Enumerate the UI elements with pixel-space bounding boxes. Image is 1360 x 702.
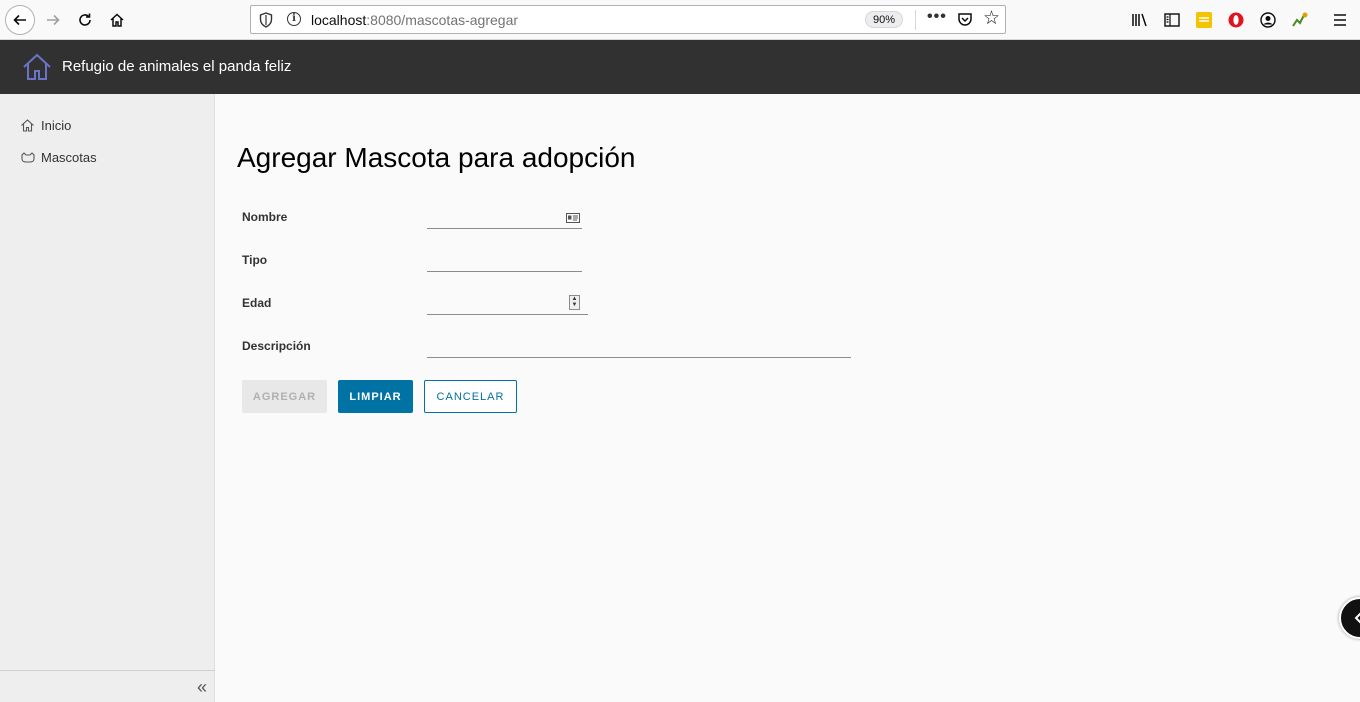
home-button[interactable]: [102, 5, 132, 35]
chevron-left-icon: [1354, 612, 1360, 624]
cancelar-button[interactable]: CANCELAR: [424, 380, 517, 413]
home-icon: [110, 13, 124, 27]
url-text[interactable]: localhost:8080/mascotas-agregar: [311, 12, 518, 28]
limpiar-button[interactable]: LIMPIAR: [338, 380, 413, 413]
app-header: Refugio de animales el panda feliz: [0, 40, 1360, 94]
sidebar-toggle-icon[interactable]: [1162, 10, 1182, 30]
main-content: Agregar Mascota para adopción Nombre Tip…: [215, 94, 1360, 702]
arrow-right-icon: [47, 14, 60, 26]
number-spinner[interactable]: ▲ ▼: [569, 295, 580, 310]
account-icon[interactable]: [1258, 10, 1278, 30]
pet-icon: [21, 152, 35, 163]
nombre-field[interactable]: [427, 207, 582, 229]
app-title[interactable]: Refugio de animales el panda feliz: [62, 58, 291, 75]
sidebar-item-label: Inicio: [41, 117, 72, 133]
edad-field[interactable]: [427, 293, 588, 315]
info-icon[interactable]: i: [287, 12, 301, 26]
contact-card-icon: [566, 213, 580, 223]
menu-icon[interactable]: [1330, 10, 1350, 30]
sidebar-item-label: Mascotas: [41, 149, 97, 165]
collapse-sidebar-icon[interactable]: «: [197, 677, 207, 698]
shield-icon[interactable]: [259, 12, 273, 28]
home-icon: [21, 119, 34, 132]
sidebar-item-mascotas[interactable]: Mascotas: [20, 147, 97, 167]
url-separator: [915, 10, 916, 30]
address-bar[interactable]: i localhost:8080/mascotas-agregar 90% ••…: [250, 5, 1006, 34]
url-path: :8080/mascotas-agregar: [366, 12, 519, 28]
opera-extension-icon[interactable]: [1226, 10, 1246, 30]
page-title: Agregar Mascota para adopción: [237, 142, 636, 173]
descripcion-label: Descripción: [242, 339, 311, 353]
forward-button[interactable]: [38, 5, 68, 35]
reload-icon: [79, 13, 91, 26]
bookmark-star-icon[interactable]: ☆: [983, 7, 1000, 30]
sidebar-footer: «: [0, 670, 215, 702]
arrow-left-icon: [13, 14, 26, 26]
browser-toolbar: i localhost:8080/mascotas-agregar 90% ••…: [0, 0, 1360, 40]
home-logo-icon[interactable]: [22, 52, 52, 82]
descripcion-field[interactable]: [427, 336, 851, 358]
plant-extension-icon[interactable]: [1290, 10, 1310, 30]
agregar-button[interactable]: AGREGAR: [242, 380, 327, 413]
notes-extension-icon[interactable]: [1194, 10, 1214, 30]
page-actions-icon[interactable]: •••: [927, 8, 947, 26]
sidebar-item-inicio[interactable]: Inicio: [20, 115, 71, 135]
reload-button[interactable]: [70, 5, 100, 35]
zoom-badge[interactable]: 90%: [865, 11, 903, 28]
tipo-label: Tipo: [242, 253, 268, 267]
library-icon[interactable]: [1130, 10, 1150, 30]
pocket-icon[interactable]: [957, 11, 973, 27]
tipo-field[interactable]: [427, 250, 582, 272]
sidebar: Inicio Mascotas «: [0, 94, 215, 702]
back-button[interactable]: [5, 5, 35, 35]
edad-label: Edad: [242, 296, 272, 310]
url-host: localhost: [311, 12, 367, 28]
nombre-label: Nombre: [242, 210, 288, 224]
